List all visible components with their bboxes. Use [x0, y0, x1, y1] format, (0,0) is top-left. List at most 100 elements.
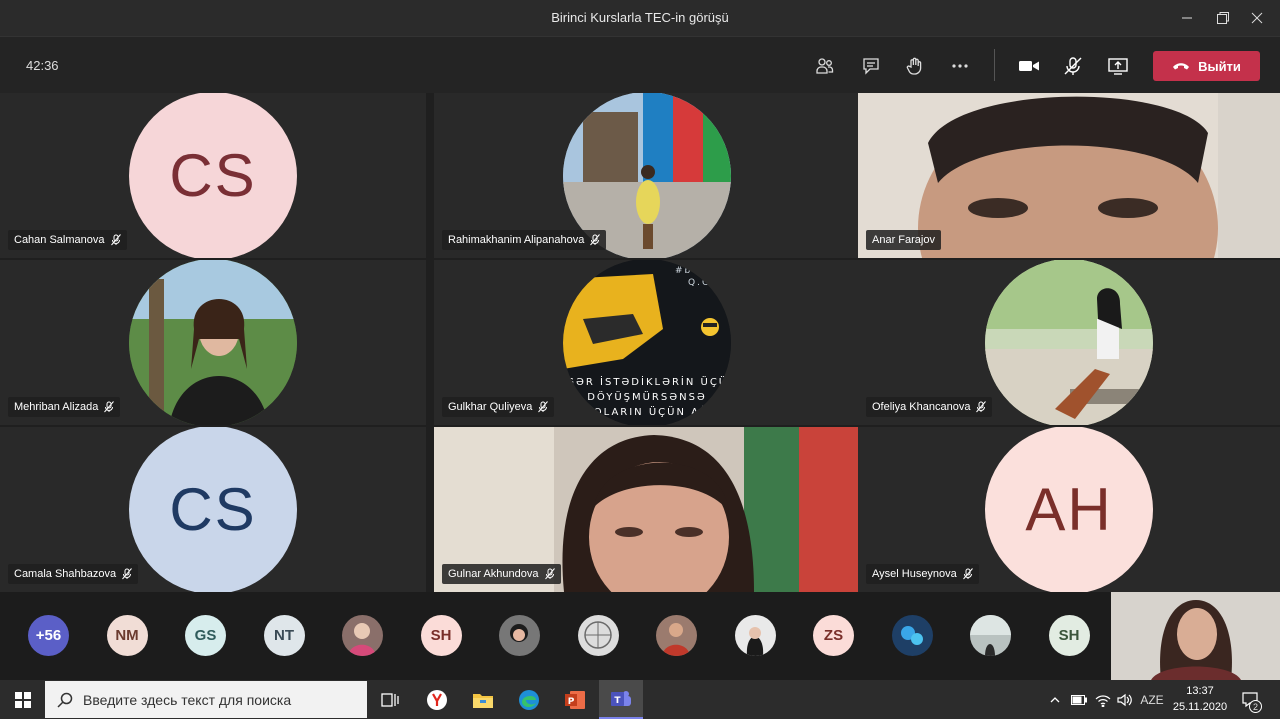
meeting-timer: 42:36 — [26, 58, 59, 73]
participants-icon[interactable] — [810, 51, 840, 81]
participant-tile[interactable]: CS Camala Shahbazova — [0, 427, 426, 592]
image-caption: UQLARIN ÜÇÜN AĞ — [584, 405, 709, 418]
mic-muted-icon — [962, 568, 973, 580]
svg-text:T: T — [614, 696, 621, 706]
leave-label: Выйти — [1198, 58, 1241, 74]
roster-photo — [970, 615, 1011, 656]
teams-icon[interactable]: T — [599, 680, 643, 719]
roster-avatar-photo[interactable] — [734, 615, 776, 656]
clock-date: 25.11.2020 — [1172, 701, 1228, 713]
image-caption: DÖYÜŞMÜRSƏNSƏ — [587, 390, 707, 403]
participant-tile[interactable]: Gulnar Akhundova — [434, 427, 858, 592]
roster-photo — [662, 623, 690, 656]
roster-avatar[interactable]: SH — [420, 615, 462, 656]
roster-avatar-initials: +56 — [35, 627, 62, 644]
window-title: Birinci Kurslarla TEC-in görüşü — [551, 10, 729, 25]
roster-avatar[interactable]: ZS — [813, 615, 854, 656]
more-options-icon[interactable] — [945, 51, 975, 81]
clock-time: 13:37 — [1186, 685, 1214, 697]
participant-name-label: Gulnar Akhundova — [442, 564, 561, 584]
hang-up-icon — [1173, 63, 1190, 70]
mic-muted-icon — [590, 234, 601, 246]
roster-photo — [510, 624, 528, 642]
profile-photo: #busy Q.G ƏGƏR İSTƏDİKLƏRİN ÜÇÜN DÖYÜŞMÜ… — [563, 260, 731, 425]
roster-avatar-photo[interactable] — [342, 615, 383, 656]
battery-icon[interactable] — [1068, 680, 1090, 719]
mic-muted-icon — [122, 568, 133, 580]
roster-avatar-photo[interactable] — [656, 615, 697, 656]
participant-tile[interactable]: CS Cahan Salmanova — [0, 93, 426, 258]
participant-tile[interactable]: Rahimakhanim Alipanahova — [434, 93, 860, 258]
toolbar-divider — [994, 49, 995, 81]
participant-avatar: CS — [129, 427, 297, 592]
window-titlebar: Birinci Kurslarla TEC-in görüşü — [0, 0, 1280, 36]
roster-photo — [583, 621, 612, 649]
participant-name-label: Rahimakhanim Alipanahova — [442, 230, 607, 250]
image-caption-tag: #busy — [675, 266, 714, 276]
close-icon[interactable] — [1234, 0, 1280, 36]
roster-avatar-photo[interactable] — [891, 615, 933, 656]
taskbar-clock[interactable]: 13:37 25.11.2020 — [1170, 683, 1230, 715]
participant-avatar — [985, 260, 1153, 425]
roster-photo — [348, 623, 376, 656]
edge-icon[interactable] — [507, 680, 551, 719]
participant-avatar: CS — [129, 93, 297, 258]
video-grid: CS Cahan Salmanova Rahimakhanim Alipanah… — [0, 93, 1280, 592]
mic-muted-icon — [976, 401, 987, 413]
participant-tile[interactable]: Ofeliya Khancanova — [858, 260, 1280, 425]
meeting-toolbar: 42:36 Выйти — [0, 36, 1280, 93]
tray-overflow-icon[interactable] — [1046, 680, 1064, 719]
wifi-icon[interactable] — [1092, 680, 1114, 719]
notification-count: 2 — [1249, 700, 1262, 713]
participant-avatar: AH — [985, 427, 1153, 592]
share-screen-icon[interactable] — [1103, 51, 1133, 81]
participant-name-label: Gulkhar Quliyeva — [442, 397, 555, 417]
task-view-icon[interactable] — [368, 680, 412, 719]
yandex-icon[interactable] — [415, 680, 459, 719]
participant-tile[interactable]: Mehriban Alizada — [0, 260, 426, 425]
roster-avatar-initials: ZS — [823, 627, 844, 644]
self-view-video[interactable] — [1111, 592, 1280, 680]
windows-start-icon[interactable] — [0, 680, 45, 719]
participant-tile[interactable]: AH Aysel Huseynova — [858, 427, 1280, 592]
participant-roster: +56 NM GS NT SH ZS SH — [0, 592, 1280, 680]
participant-name-label: Aysel Huseynova — [866, 564, 979, 584]
search-placeholder: Введите здесь текст для поиска — [83, 691, 292, 708]
roster-avatar-photo[interactable] — [970, 615, 1011, 656]
profile-photo — [129, 260, 297, 425]
taskbar-search-box[interactable]: Введите здесь текст для поиска — [45, 681, 367, 718]
input-language[interactable]: AZE — [1138, 680, 1166, 719]
windows-taskbar: Введите здесь текст для поиска P T AZE 1… — [0, 680, 1280, 719]
participant-name-label: Ofeliya Khancanova — [866, 397, 993, 417]
mic-off-icon[interactable] — [1058, 51, 1088, 81]
participant-tile[interactable]: Anar Farajov — [858, 93, 1280, 258]
roster-avatar[interactable]: GS — [185, 615, 226, 656]
camera-icon[interactable] — [1014, 51, 1044, 81]
participant-name-label: Camala Shahbazova — [8, 564, 139, 584]
roster-avatar[interactable]: SH — [1048, 615, 1090, 656]
volume-icon[interactable] — [1114, 680, 1136, 719]
mic-muted-icon — [544, 568, 555, 580]
roster-photo — [746, 627, 763, 656]
mic-muted-icon — [110, 234, 121, 246]
file-explorer-icon[interactable] — [461, 680, 505, 719]
roster-avatar[interactable]: NM — [106, 615, 148, 656]
roster-photo — [900, 626, 923, 645]
powerpoint-icon[interactable]: P — [553, 680, 597, 719]
image-caption-tag: Q.G — [688, 278, 711, 288]
chat-icon[interactable] — [856, 51, 886, 81]
raise-hand-icon[interactable] — [900, 51, 930, 81]
leave-button[interactable]: Выйти — [1153, 51, 1260, 81]
roster-avatar[interactable]: +56 — [28, 615, 69, 656]
roster-avatar-initials: SH — [1058, 627, 1080, 644]
roster-avatar-photo[interactable] — [577, 615, 619, 656]
notification-center-icon[interactable]: 2 — [1236, 680, 1266, 719]
profile-photo — [985, 260, 1153, 425]
mic-muted-icon — [104, 401, 115, 413]
roster-avatar-photo[interactable] — [499, 615, 540, 656]
mic-muted-icon — [538, 401, 549, 413]
roster-avatar[interactable]: NT — [263, 615, 305, 656]
participant-tile[interactable]: #busy Q.G ƏGƏR İSTƏDİKLƏRİN ÜÇÜN DÖYÜŞMÜ… — [434, 260, 860, 425]
participant-name-label: Cahan Salmanova — [8, 230, 127, 250]
self-video-frame — [1111, 592, 1280, 680]
